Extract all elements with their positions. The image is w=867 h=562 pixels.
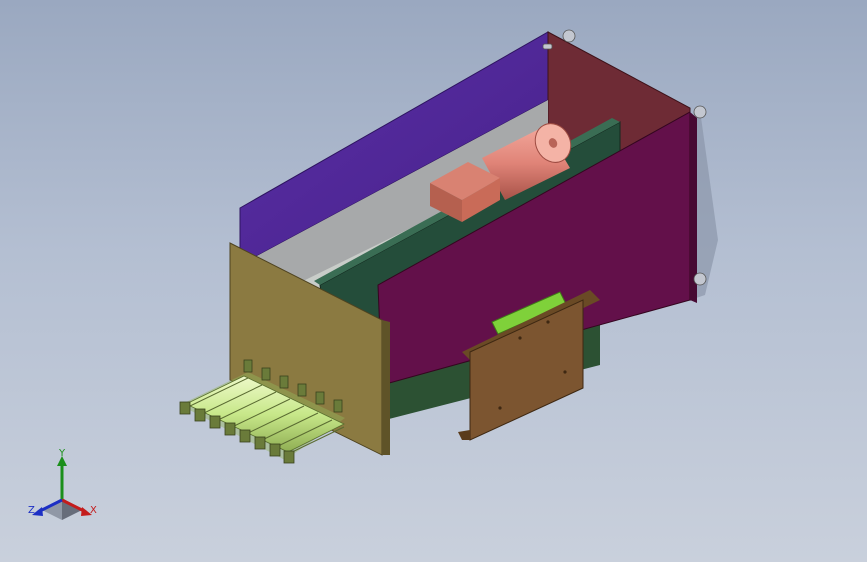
mount-foot-3 (693, 272, 707, 286)
tube-fitting-4 (224, 422, 236, 436)
triad-y-label: Y (59, 448, 66, 459)
triad-x-label: X (90, 505, 97, 516)
mount-foot-2 (693, 105, 707, 119)
tube-fitting-8 (283, 450, 295, 464)
cad-viewport[interactable]: Y X Z (0, 0, 867, 562)
bracket-hole-4 (498, 406, 502, 410)
tube-back-fitting-5 (315, 391, 325, 405)
mount-foot-1 (562, 29, 576, 43)
view-orientation-triad[interactable]: Y X Z (22, 448, 106, 528)
bracket-foot (458, 430, 470, 440)
triad-z-label: Z (28, 505, 35, 516)
bracket-hole-2 (518, 336, 522, 340)
tube-fitting-7 (269, 443, 281, 457)
bracket-hole-1 (546, 320, 550, 324)
tube-back-fitting-1 (243, 359, 253, 373)
tube-back-fitting-3 (279, 375, 289, 389)
bracket-hole-3 (563, 370, 567, 374)
tube-fitting-5 (239, 429, 251, 443)
assembly-model[interactable] (0, 0, 867, 562)
tube-fitting-1 (179, 401, 191, 415)
tube-back-fitting-2 (261, 367, 271, 381)
tube-fitting-2 (194, 408, 206, 422)
front-end-plate-edge (382, 320, 390, 455)
mount-screw (542, 43, 553, 50)
tube-fitting-6 (254, 436, 266, 450)
tube-back-fitting-4 (297, 383, 307, 397)
tube-fitting-3 (209, 415, 221, 429)
tube-back-fitting-6 (333, 399, 343, 413)
